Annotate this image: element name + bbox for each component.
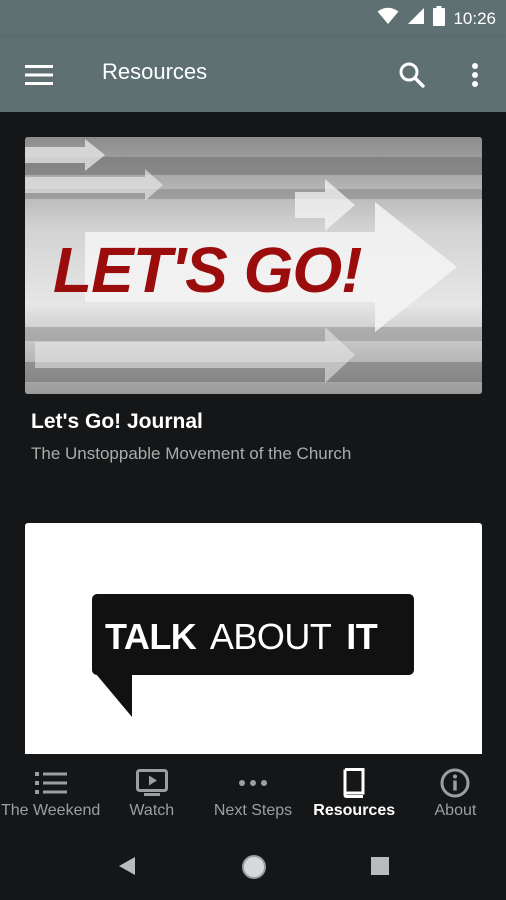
home-icon[interactable] (239, 852, 269, 882)
nav-item-next-steps[interactable]: Next Steps (202, 754, 303, 836)
battery-icon (433, 6, 446, 31)
nav-item-resources[interactable]: Resources (304, 754, 405, 836)
it-text: IT (346, 616, 378, 657)
nav-item-watch[interactable]: Watch (101, 754, 202, 836)
info-icon (440, 768, 470, 798)
talk-text: TALK (105, 616, 197, 657)
tv-play-icon (135, 768, 168, 798)
nav-label: About (434, 802, 477, 819)
status-icons: 10:26 (377, 0, 496, 37)
app-bar: Resources (0, 37, 506, 112)
nav-item-the-weekend[interactable]: The Weekend (0, 754, 101, 836)
card-subtitle: The Unstoppable Movement of the Church (31, 444, 352, 463)
card-title[interactable]: Let's Go! Journal (31, 410, 203, 434)
book-icon (342, 768, 366, 798)
page-title: Resources (102, 59, 208, 84)
resources-list[interactable]: LET'S GO! Let's Go! Journal The Unstoppa… (0, 112, 506, 754)
recents-icon[interactable] (367, 853, 393, 879)
lets-go-banner-text: LET'S GO! (53, 234, 362, 306)
search-icon[interactable] (396, 59, 428, 91)
system-navigation-bar (0, 836, 506, 900)
talk-about-it-card-image[interactable]: TALK ABOUT IT (25, 523, 482, 754)
lets-go-journal-card-image[interactable]: LET'S GO! (25, 137, 482, 394)
nav-label: Resources (313, 802, 396, 819)
more-vert-icon[interactable] (462, 59, 488, 91)
back-icon[interactable] (113, 852, 141, 880)
wifi-icon (377, 7, 399, 30)
dots-icon (238, 768, 268, 798)
about-text: ABOUT (210, 616, 332, 657)
nav-label: Watch (129, 802, 175, 819)
nav-label: The Weekend (0, 802, 101, 819)
list-icon (34, 768, 67, 798)
svg-text:TALK ABOUT IT: TALK ABOUT IT (105, 616, 378, 657)
menu-icon[interactable] (22, 60, 56, 90)
nav-item-about[interactable]: About (405, 754, 506, 836)
status-time: 10:26 (453, 8, 496, 28)
status-bar: 10:26 (0, 0, 506, 37)
signal-icon (407, 7, 425, 30)
nav-label: Next Steps (213, 802, 293, 819)
bottom-navigation: The Weekend Watch Next Steps Resources A… (0, 754, 506, 836)
